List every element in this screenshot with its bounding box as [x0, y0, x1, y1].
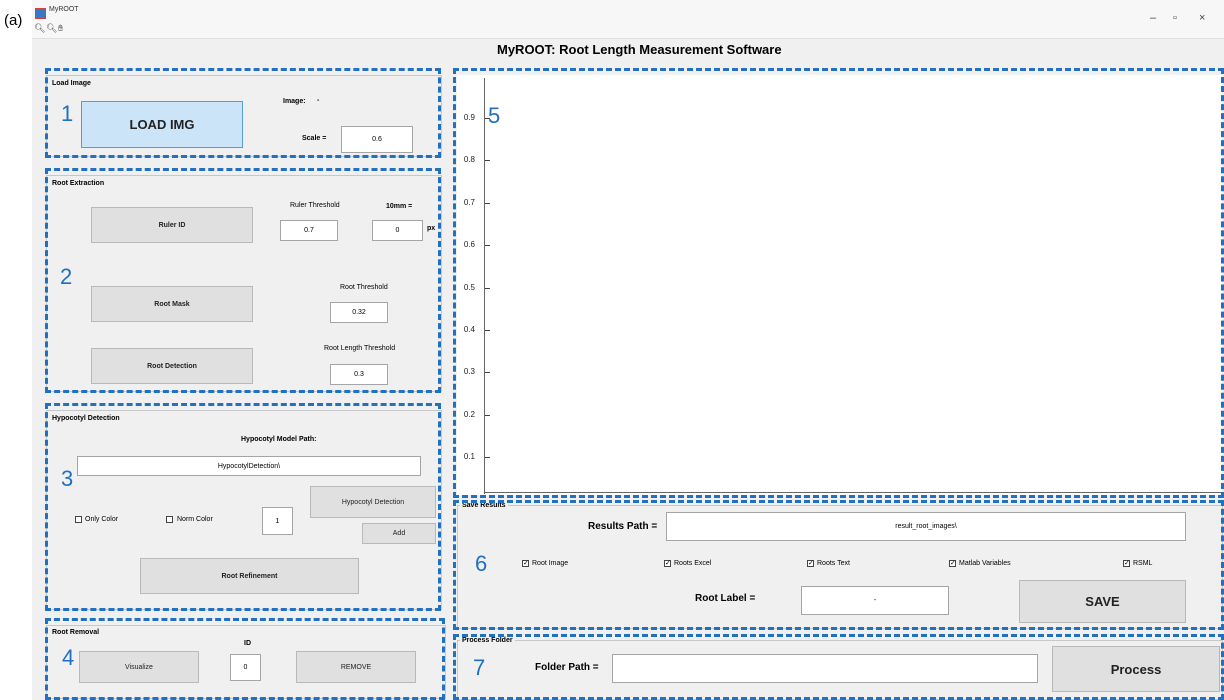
y-tick-label: 0.5: [463, 282, 475, 292]
close-button[interactable]: ×: [1199, 12, 1205, 24]
figure-label: (a): [4, 12, 23, 29]
y-tick-mark: [485, 245, 490, 247]
region-1-outline: [45, 68, 441, 158]
title-bar: MyROOT 🔍︎ 🔍︎ ✋︎ – ▫ ×: [32, 0, 1224, 39]
y-tick-mark: [485, 372, 490, 374]
y-tick-label: 0.4: [463, 325, 475, 334]
y-tick-mark: [485, 118, 490, 119]
maximize-button[interactable]: ▫: [1173, 12, 1177, 24]
app-icon: [35, 8, 46, 19]
y-tick-mark: [485, 414, 490, 416]
y-tick-mark: [485, 287, 490, 289]
y-tick-label: 0.9: [463, 113, 475, 122]
y-tick-mark: [485, 457, 490, 459]
region-2-outline: [45, 168, 441, 393]
y-tick-label: 0.6: [463, 240, 475, 250]
page-title: MyROOT: Root Length Measurement Software: [497, 42, 782, 57]
window-title: MyROOT: [49, 6, 79, 13]
region-6-outline: [453, 500, 1224, 630]
pan-hand-icon[interactable]: ✋︎: [58, 23, 63, 34]
y-tick-label: 0.3: [463, 367, 475, 377]
y-tick-mark: [485, 160, 490, 162]
region-5-outline: [453, 68, 1224, 498]
y-tick-label: 0.7: [463, 197, 475, 207]
region-3-outline: [45, 403, 441, 611]
region-7-outline: [453, 634, 1224, 700]
minimize-button[interactable]: –: [1150, 12, 1156, 24]
region-4-outline: [45, 618, 445, 700]
y-tick-mark: [485, 330, 490, 331]
y-tick-label: 0.2: [463, 409, 475, 419]
zoom-out-icon[interactable]: 🔍︎: [46, 23, 57, 34]
y-tick-mark: [485, 202, 490, 204]
zoom-in-icon[interactable]: 🔍︎: [34, 23, 45, 34]
y-tick-label: 0.1: [463, 452, 475, 462]
app-window: MyROOT 🔍︎ 🔍︎ ✋︎ – ▫ × MyROOT: Root Lengt…: [32, 0, 1224, 700]
y-tick-label: 0.8: [463, 155, 475, 165]
